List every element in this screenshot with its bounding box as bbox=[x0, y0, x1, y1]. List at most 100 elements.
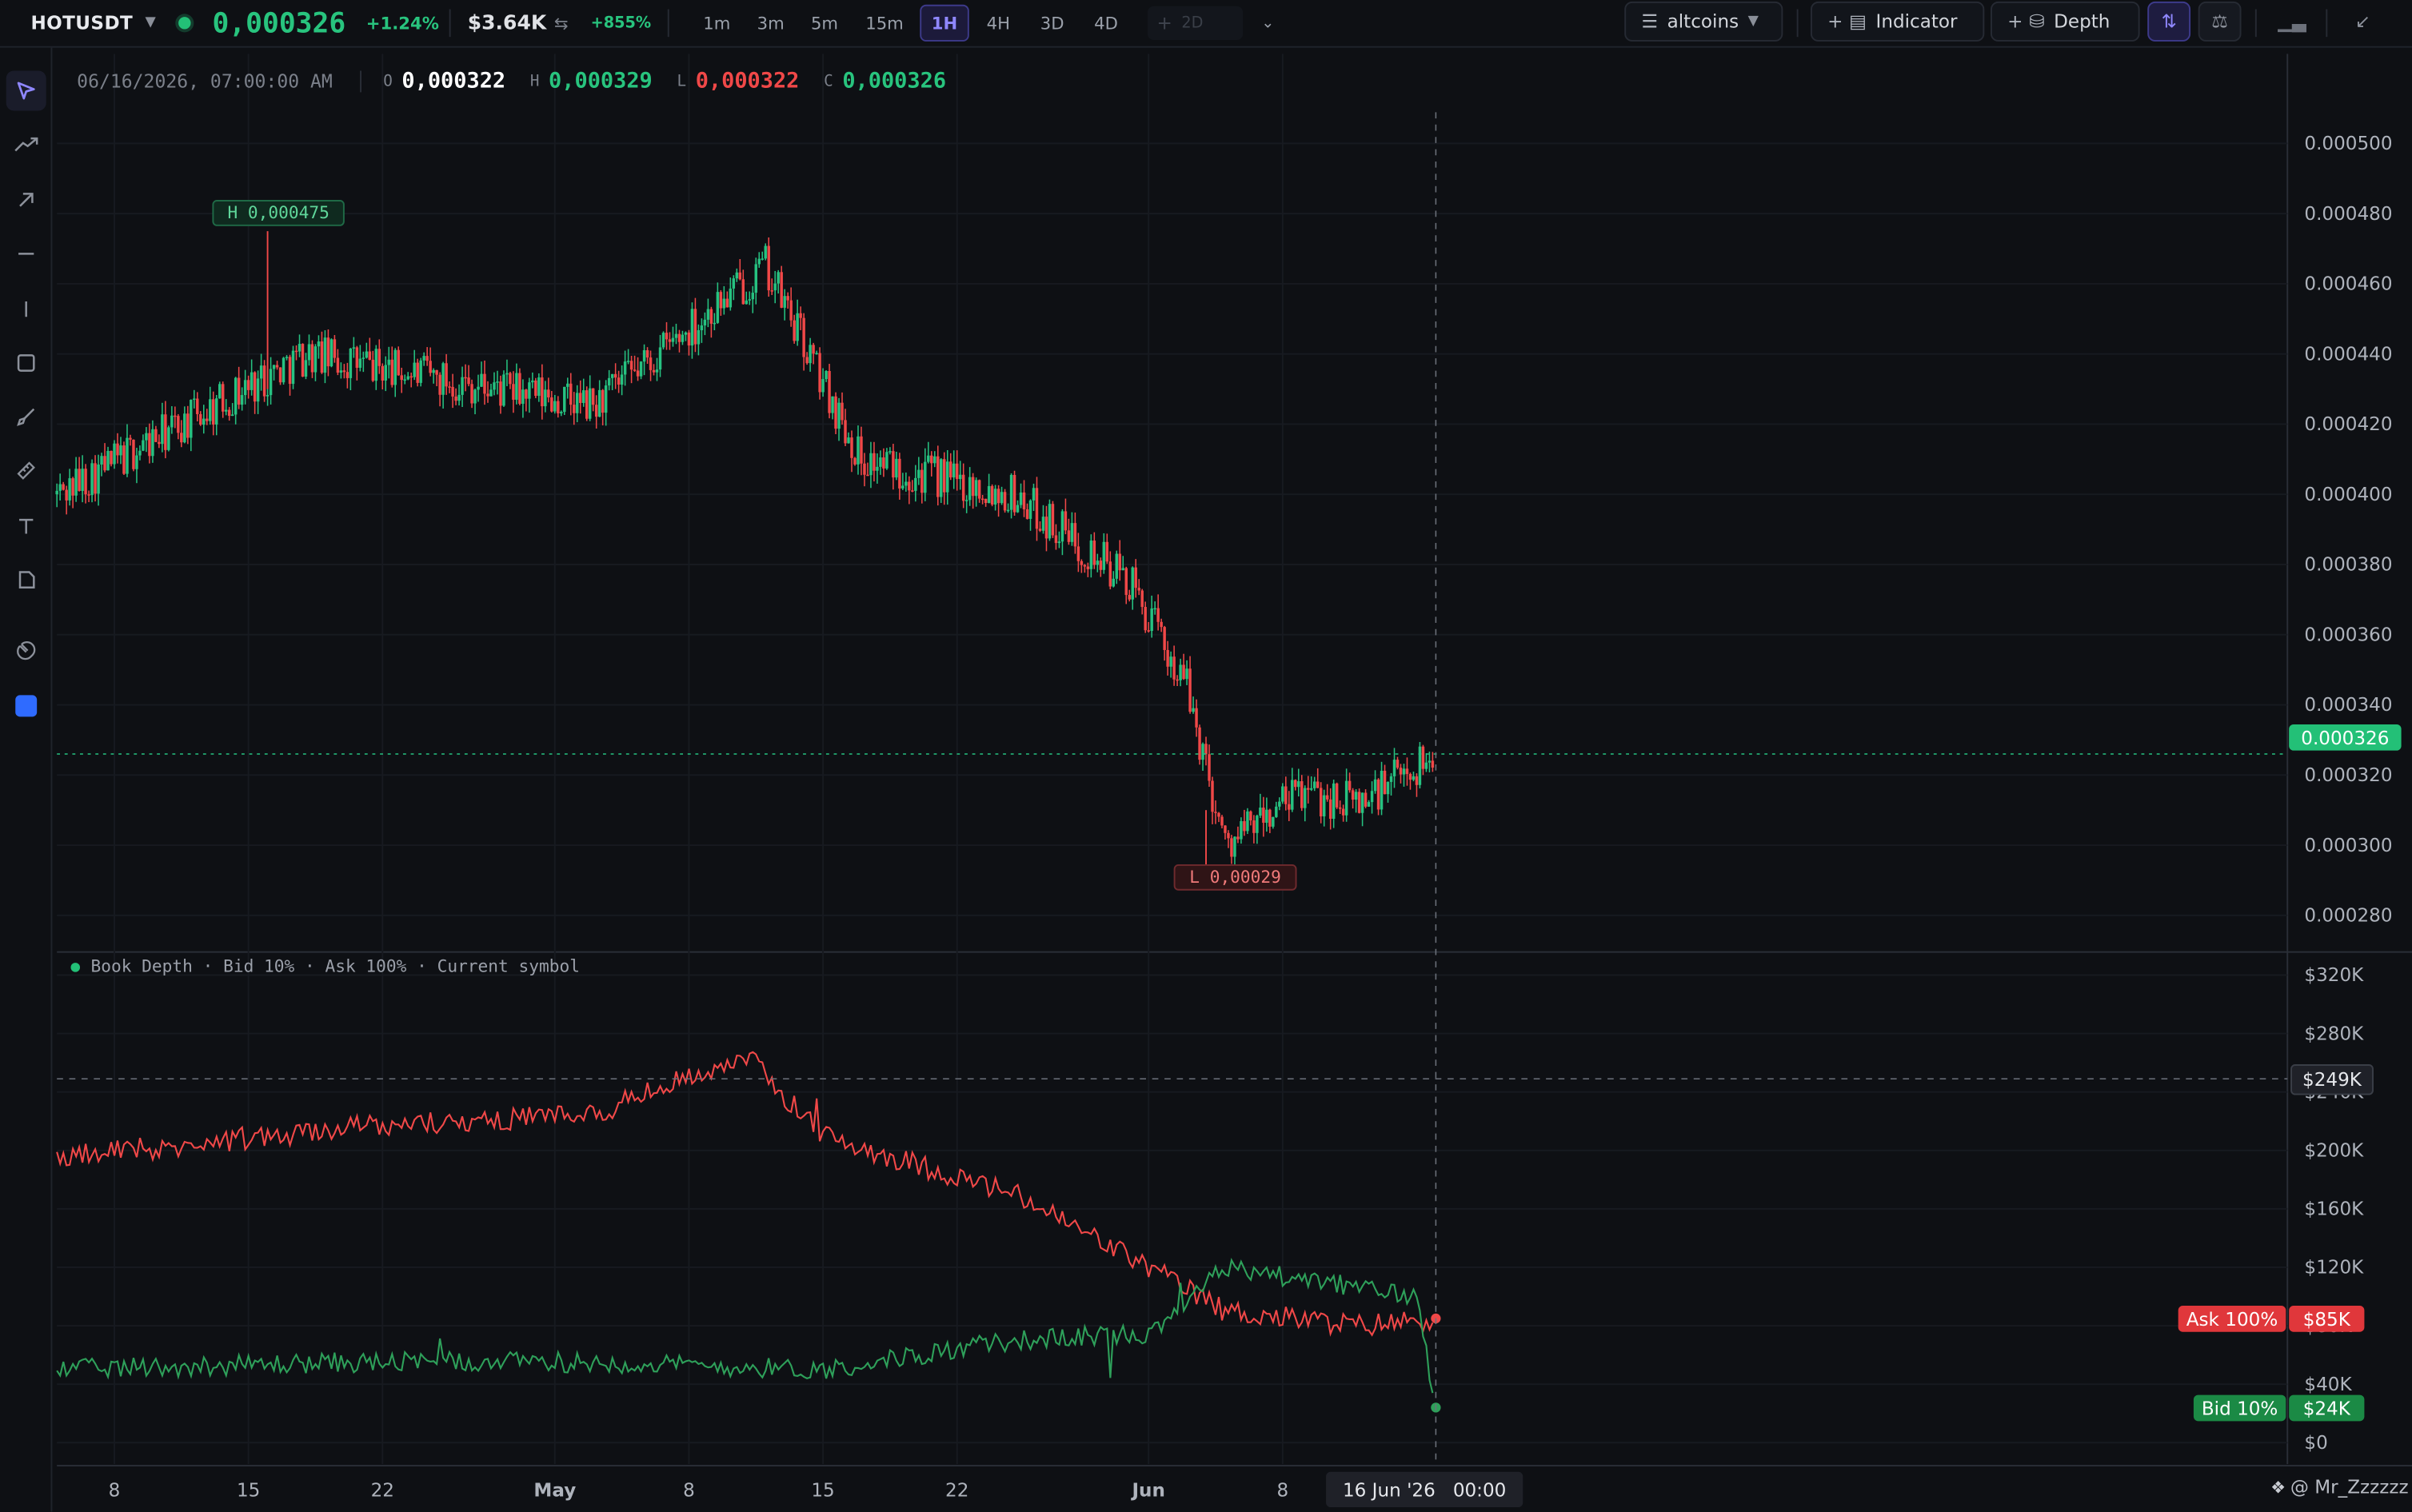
candle-body bbox=[209, 399, 212, 421]
horizontal-line-icon[interactable] bbox=[6, 233, 46, 273]
candle-body bbox=[1335, 783, 1339, 808]
swap-icon[interactable]: ⇆ bbox=[554, 13, 569, 33]
candle-body bbox=[1351, 790, 1355, 800]
candle-body bbox=[1009, 474, 1013, 510]
candle-body bbox=[403, 379, 406, 381]
cursor-icon[interactable] bbox=[6, 70, 46, 111]
candle-body bbox=[948, 461, 952, 478]
ask-series-label: Ask 100% bbox=[2178, 1306, 2286, 1332]
candle-body bbox=[135, 455, 138, 469]
candle-body bbox=[1124, 568, 1128, 596]
ohlc-low: 0,000322 bbox=[695, 69, 800, 94]
chart-canvas[interactable]: 0.000500 0.000480 0.000460 0.000440 0.000420… bbox=[0, 0, 2412, 1512]
candle-body bbox=[649, 357, 653, 370]
top-toolbar: HOTUSDT ▼ 0,000326 +1.24% $3.64K ⇆ +855%… bbox=[0, 0, 2412, 48]
candle-body bbox=[1341, 808, 1345, 816]
candle-body bbox=[193, 398, 196, 401]
candle-body bbox=[387, 359, 390, 365]
candle-body bbox=[196, 398, 199, 414]
candle-body bbox=[661, 333, 665, 348]
candle-body bbox=[569, 383, 573, 405]
text-icon[interactable] bbox=[6, 506, 46, 546]
candle-body bbox=[1246, 811, 1249, 832]
add-timeframe-button[interactable]: + 2D bbox=[1147, 6, 1244, 41]
candle-body bbox=[767, 245, 770, 291]
candle-body bbox=[573, 405, 576, 413]
candle-body bbox=[1128, 595, 1131, 600]
candle-body bbox=[406, 376, 409, 380]
chart-indicator-icon: ▤ bbox=[1849, 10, 1867, 33]
candle-body bbox=[1405, 768, 1409, 774]
candle-body bbox=[358, 358, 362, 368]
timeframe-3d[interactable]: 3D bbox=[1032, 5, 1072, 42]
candle-body bbox=[990, 485, 994, 505]
candle-body bbox=[301, 344, 305, 377]
candle-body bbox=[961, 474, 965, 501]
color-square-icon[interactable] bbox=[6, 686, 46, 726]
timeframe-4h[interactable]: 4H bbox=[978, 5, 1018, 42]
candle-body bbox=[537, 377, 541, 397]
volume: $3.64K ⇆ bbox=[468, 0, 569, 46]
candle-body bbox=[1172, 656, 1176, 680]
brush-icon[interactable] bbox=[6, 397, 46, 437]
candle-body bbox=[671, 337, 675, 342]
depth-legend[interactable]: Book Depth · Bid 10% · Ask 100% · Curren… bbox=[70, 956, 580, 977]
symbol-selector[interactable]: HOTUSDT ▼ bbox=[30, 0, 156, 46]
candle-body bbox=[1147, 630, 1150, 632]
candle-body bbox=[483, 373, 486, 394]
compare-icon[interactable]: ⚖ bbox=[2198, 1, 2242, 42]
timeframe-15m[interactable]: 15m bbox=[860, 5, 909, 42]
timeframe-5m[interactable]: 5m bbox=[803, 5, 846, 42]
candle-body bbox=[1025, 509, 1029, 519]
candle-body bbox=[1044, 517, 1048, 539]
rectangle-icon[interactable] bbox=[6, 343, 46, 383]
low-marker: L 0,00029 bbox=[1173, 864, 1297, 891]
time-tick-label: May bbox=[533, 1481, 576, 1502]
ruler-icon[interactable] bbox=[6, 451, 46, 491]
candle-body bbox=[821, 379, 825, 393]
candle-body bbox=[1096, 561, 1100, 565]
candle-body bbox=[924, 461, 927, 493]
candle-body bbox=[1220, 816, 1224, 826]
category-selector[interactable]: ☰ altcoins ▼ bbox=[1624, 1, 1783, 42]
depth-button[interactable]: + ⛁ Depth bbox=[1991, 1, 2140, 42]
depth-legend-text: Book Depth · Bid 10% · Ask 100% · Curren… bbox=[90, 956, 580, 977]
candle-body bbox=[310, 344, 314, 373]
candle-body bbox=[818, 353, 821, 393]
candle-body bbox=[1156, 608, 1160, 622]
sort-toggle-icon[interactable]: ⇅ bbox=[2147, 1, 2191, 42]
candle-body bbox=[448, 386, 451, 388]
candle-body bbox=[882, 457, 885, 469]
timeframe-3m[interactable]: 3m bbox=[749, 5, 793, 42]
arrow-icon[interactable] bbox=[6, 180, 46, 220]
candle-body bbox=[230, 414, 234, 417]
candle-body bbox=[940, 459, 943, 497]
candle-body bbox=[1240, 821, 1243, 840]
candle-body bbox=[581, 390, 585, 403]
candle-body bbox=[339, 370, 343, 373]
candle-body bbox=[1338, 807, 1342, 809]
trend-line-icon[interactable] bbox=[6, 125, 46, 165]
candle-body bbox=[1198, 727, 1201, 760]
candle-body bbox=[199, 413, 202, 425]
timeframe-1m[interactable]: 1m bbox=[695, 5, 738, 42]
collapse-icon[interactable]: ↙ bbox=[2342, 2, 2385, 42]
candle-body bbox=[186, 413, 190, 438]
bid-series-label: Bid 10% bbox=[2193, 1394, 2286, 1422]
candle-body bbox=[825, 370, 828, 380]
magnet-icon[interactable] bbox=[6, 631, 46, 671]
candle-body bbox=[828, 370, 831, 413]
bar-chart-icon[interactable]: ▁▃ bbox=[2270, 2, 2314, 42]
vertical-line-icon[interactable] bbox=[6, 289, 46, 329]
time-tick-label: 15 bbox=[237, 1481, 260, 1502]
plus-icon: + bbox=[1827, 10, 1843, 33]
candle-body bbox=[1092, 541, 1096, 565]
candle-body bbox=[1083, 565, 1087, 567]
note-icon[interactable] bbox=[6, 560, 46, 600]
indicator-button[interactable]: + ▤ Indicator bbox=[1810, 1, 1985, 42]
timeframe-more-chevron-icon[interactable]: ⌄ bbox=[1261, 0, 1274, 46]
timeframe-1h[interactable]: 1H bbox=[920, 4, 969, 42]
timeframe-4d[interactable]: 4D bbox=[1086, 5, 1126, 42]
candle-body bbox=[1064, 511, 1068, 531]
candle-body bbox=[71, 478, 74, 496]
